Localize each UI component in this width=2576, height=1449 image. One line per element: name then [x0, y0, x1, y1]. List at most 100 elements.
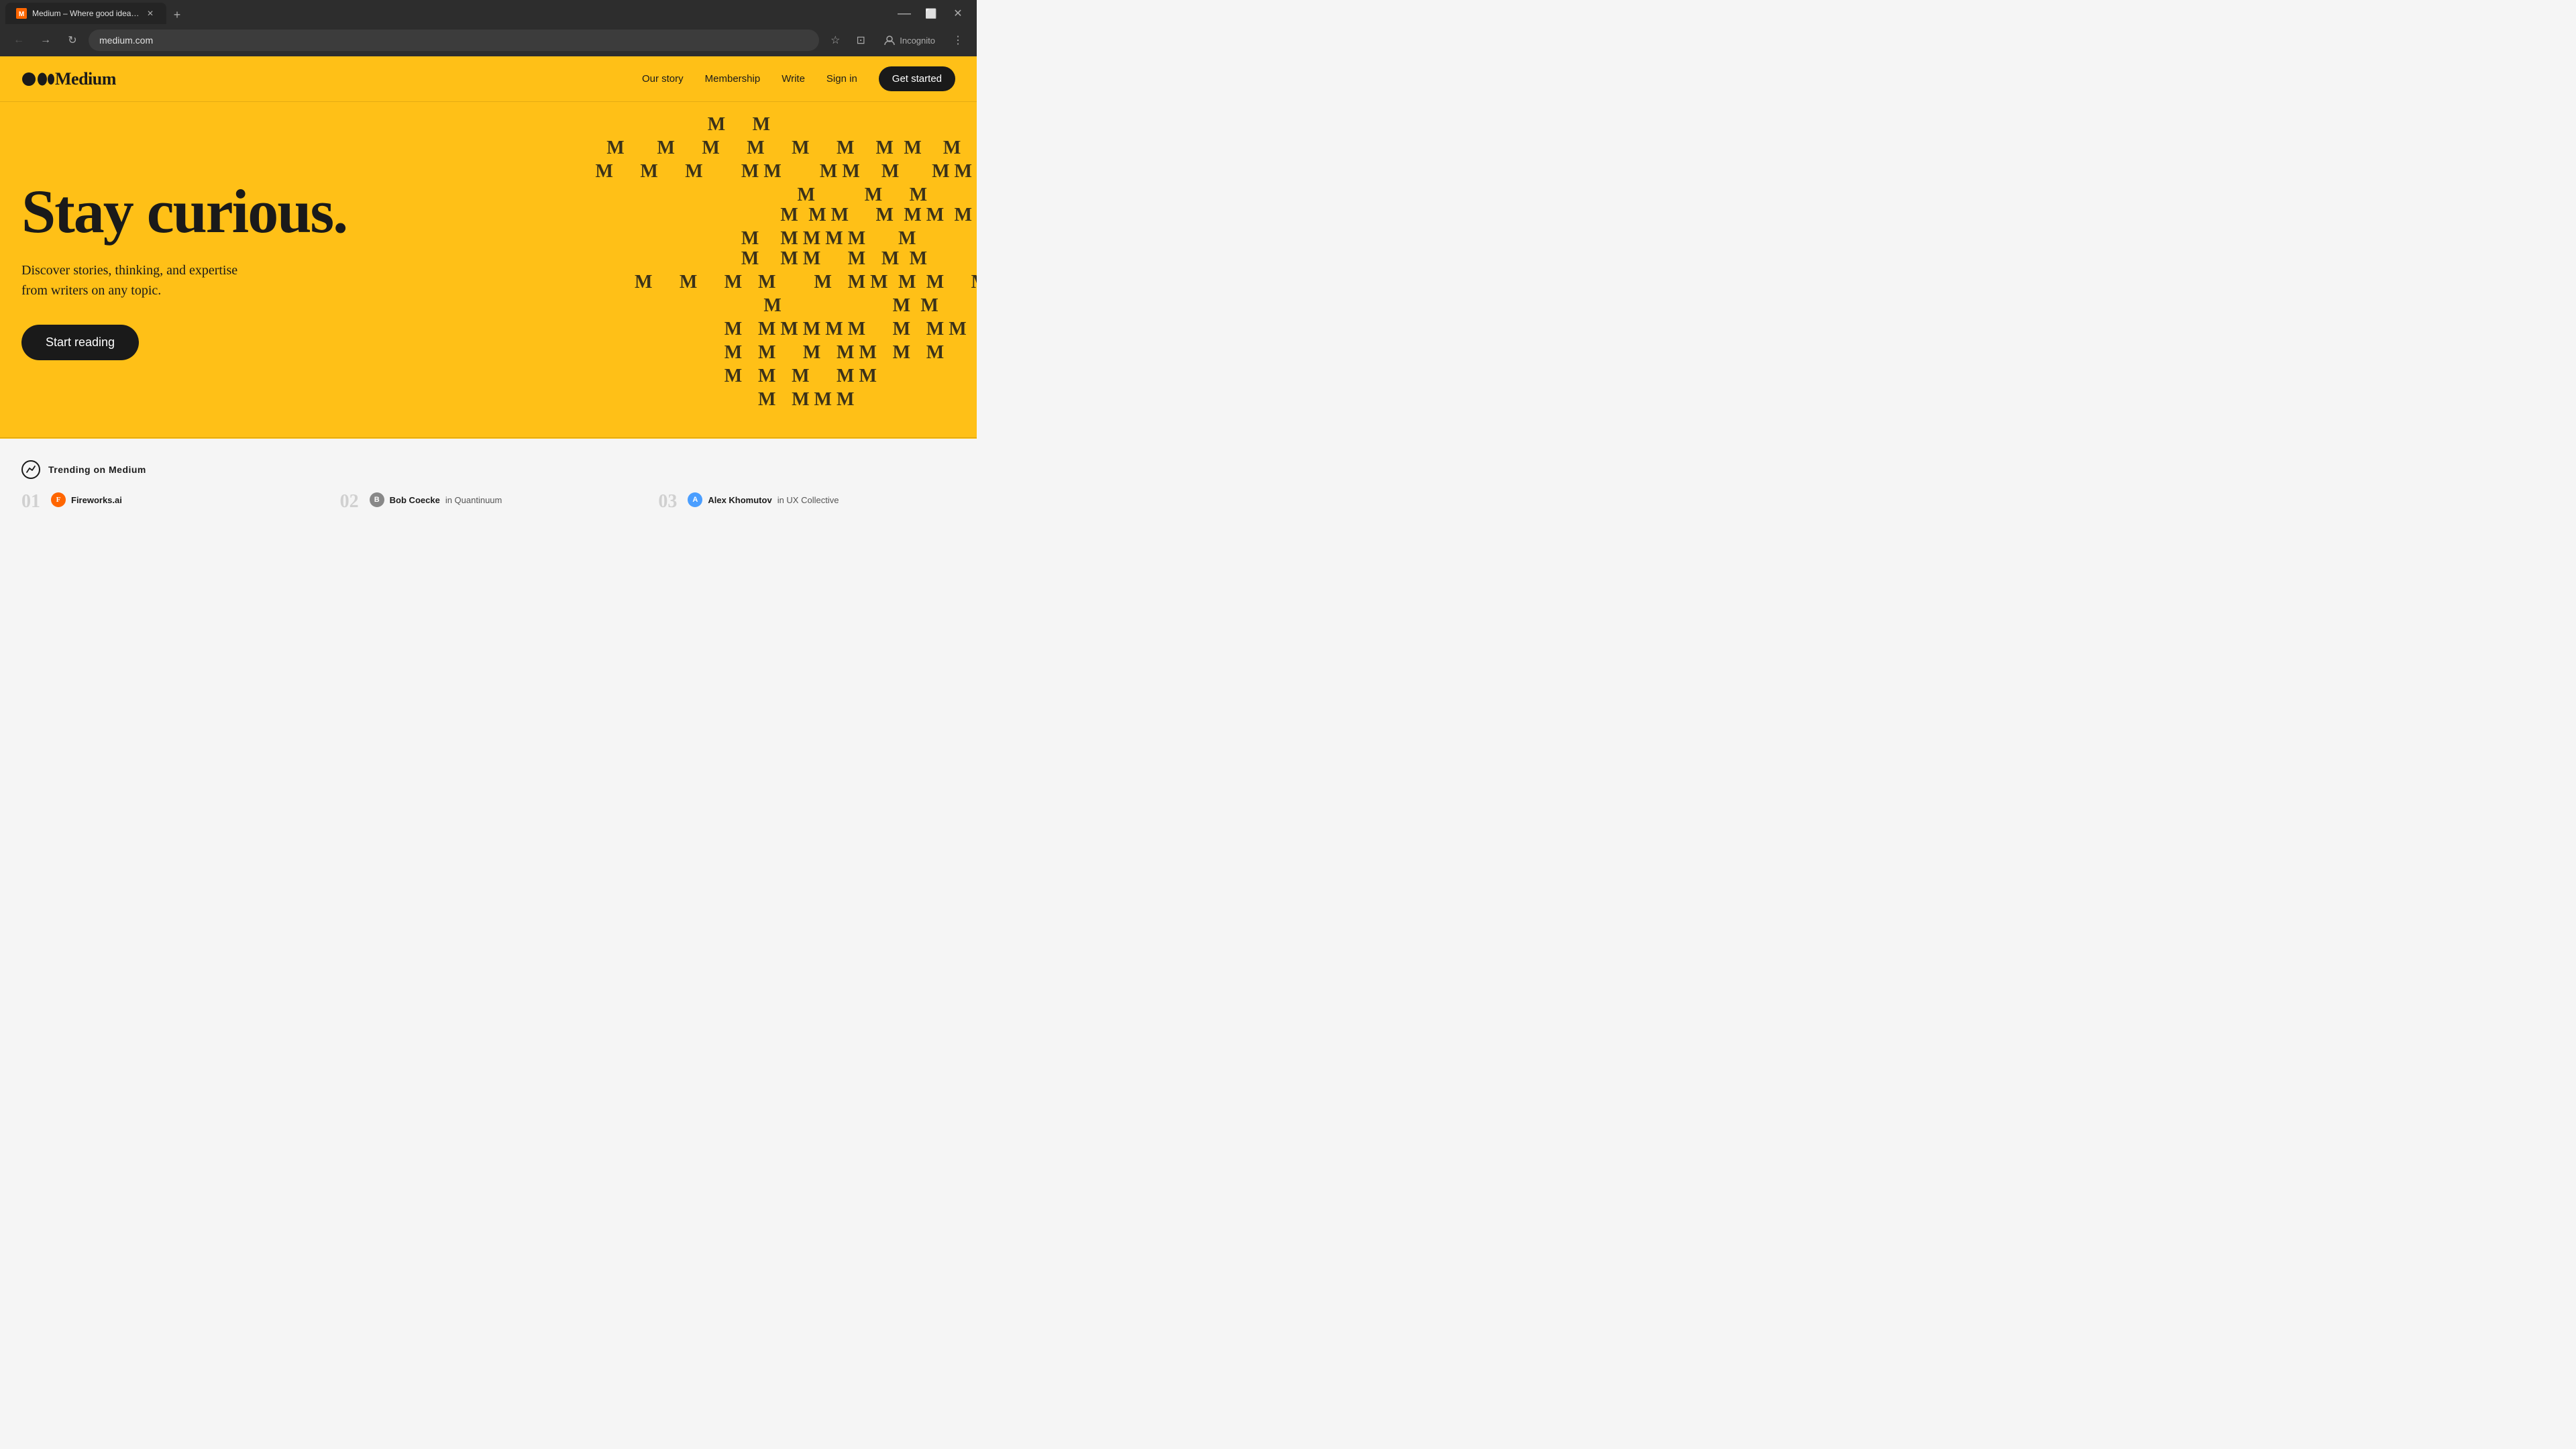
trending-item-2[interactable]: 02 B Bob Coecke in Quantinuum [340, 492, 637, 511]
bookmark-button[interactable]: ☆ [824, 30, 846, 51]
m-letter: M [848, 250, 865, 268]
m-letter: M [955, 162, 972, 181]
m-letter: M [763, 297, 781, 315]
m-letter: M [814, 390, 832, 409]
m-letter: M [955, 206, 972, 225]
m-letter: M [797, 186, 814, 205]
nav-links: Our story Membership Write Sign in Get s… [642, 66, 955, 91]
m-letter: M [724, 320, 742, 339]
author-avatar-1: F [51, 492, 66, 507]
medium-logo[interactable]: Medium [21, 68, 116, 90]
nav-membership[interactable]: Membership [705, 73, 761, 85]
m-letter: M [680, 273, 697, 292]
author-name-2: Bob Coecke [390, 495, 440, 505]
m-letter: M [803, 229, 820, 248]
m-letter: M [803, 320, 820, 339]
m-letter: M [837, 390, 854, 409]
m-letter: M [741, 162, 759, 181]
m-letter: M [640, 162, 657, 181]
svg-text:M: M [19, 11, 24, 18]
m-letter: M [803, 343, 820, 362]
tab-close-button[interactable]: ✕ [145, 8, 156, 19]
m-letter: M [763, 162, 781, 181]
m-letter: M [898, 229, 916, 248]
forward-button[interactable]: → [35, 30, 56, 51]
m-letter: M [606, 139, 624, 158]
m-letter: M [898, 273, 916, 292]
m-letter: M [893, 320, 910, 339]
active-tab[interactable]: M Medium – Where good ideas f... ✕ [5, 3, 166, 24]
m-letter: M [893, 343, 910, 362]
m-letter: M [881, 250, 899, 268]
m-letter: M [708, 115, 725, 134]
get-started-button[interactable]: Get started [879, 66, 955, 91]
medium-logo-icon [21, 68, 55, 90]
m-letter: M [792, 367, 809, 386]
new-tab-button[interactable]: + [168, 5, 186, 24]
split-screen-button[interactable]: ⊡ [850, 30, 871, 51]
close-button[interactable]: ✕ [947, 3, 969, 24]
m-letter: M [848, 273, 865, 292]
trending-arrow-icon [25, 464, 36, 475]
m-letter: M [848, 320, 865, 339]
website: Medium Our story Membership Write Sign i… [0, 56, 977, 527]
menu-button[interactable]: ⋮ [947, 30, 969, 51]
m-letter: M [758, 390, 775, 409]
m-letter: M [724, 367, 742, 386]
address-bar[interactable] [89, 30, 819, 51]
m-letter: M [837, 343, 854, 362]
m-letter: M [904, 139, 921, 158]
nav-signin[interactable]: Sign in [826, 73, 857, 85]
m-letter: M [920, 297, 938, 315]
minimize-button[interactable]: — [894, 3, 915, 24]
nav-write[interactable]: Write [782, 73, 805, 85]
reload-button[interactable]: ↻ [62, 30, 83, 51]
m-letter: M [971, 273, 977, 292]
m-letter: M [932, 162, 949, 181]
m-letter: M [870, 273, 888, 292]
m-letter: M [949, 320, 966, 339]
trending-items: 01 F Fireworks.ai 02 B Bob Coecke in Qua… [21, 492, 955, 511]
m-letter: M [702, 139, 719, 158]
trending-meta-2: B Bob Coecke in Quantinuum [370, 492, 637, 510]
m-letter: M [904, 206, 921, 225]
trending-meta-3: A Alex Khomutov in UX Collective [688, 492, 955, 510]
maximize-button[interactable]: ⬜ [920, 3, 942, 24]
m-letter: M [837, 139, 854, 158]
m-letter: M [859, 367, 876, 386]
incognito-icon [883, 34, 896, 46]
medium-nav: Medium Our story Membership Write Sign i… [0, 56, 977, 102]
m-letter: M [792, 390, 809, 409]
hero-subtitle: Discover stories, thinking, and expertis… [21, 260, 424, 301]
m-letter: M [876, 139, 894, 158]
m-letter: M [596, 162, 613, 181]
start-reading-button[interactable]: Start reading [21, 325, 139, 360]
trending-section: Trending on Medium 01 F Fireworks.ai 02 … [0, 439, 977, 527]
m-letter: M [780, 250, 798, 268]
toolbar: ← → ↻ ☆ ⊡ Incognito ⋮ [0, 24, 977, 56]
incognito-button[interactable]: Incognito [875, 32, 943, 49]
nav-our-story[interactable]: Our story [642, 73, 684, 85]
m-letter: M [780, 229, 798, 248]
trending-title: Trending on Medium [48, 464, 146, 475]
trending-item-1[interactable]: 01 F Fireworks.ai [21, 492, 319, 511]
toolbar-actions: ☆ ⊡ Incognito ⋮ [824, 30, 969, 51]
m-letter: M [865, 186, 882, 205]
trending-item-3[interactable]: 03 A Alex Khomutov in UX Collective [658, 492, 955, 511]
m-letter: M [758, 367, 775, 386]
m-letter: M [747, 139, 764, 158]
m-letter: M [803, 250, 820, 268]
m-letter: M [780, 206, 798, 225]
hero-title: Stay curious. [21, 179, 424, 244]
author-name-3: Alex Khomutov [708, 495, 771, 505]
m-letter: M [792, 139, 809, 158]
back-button[interactable]: ← [8, 30, 30, 51]
tab-title: Medium – Where good ideas f... [32, 9, 140, 18]
trending-icon [21, 460, 40, 479]
m-letter: M [741, 229, 759, 248]
trending-author-3: A Alex Khomutov in UX Collective [688, 492, 955, 507]
incognito-label: Incognito [900, 36, 935, 46]
m-letter: M [780, 320, 798, 339]
hero-pattern: MMMMMMMMMMMMMMMMMMMMMMMMMMMMMMMMMMMMMMMM… [416, 102, 977, 437]
m-letter: M [825, 229, 843, 248]
